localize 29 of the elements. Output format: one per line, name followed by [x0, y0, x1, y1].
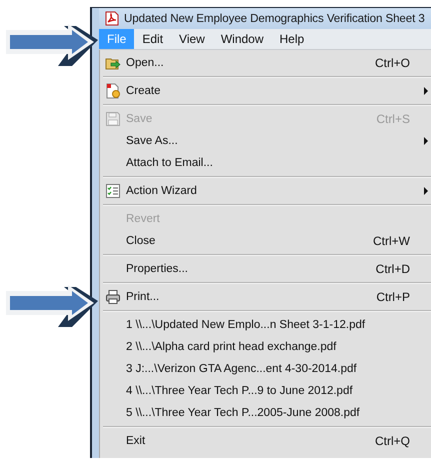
shortcut-label: Ctrl+W — [373, 234, 410, 248]
checklist-icon — [105, 183, 121, 199]
menu-bar-item[interactable]: Window — [212, 29, 272, 49]
pdf-icon — [105, 11, 119, 26]
menu-item[interactable]: Attach to Email... — [126, 157, 422, 169]
menu-bar-item[interactable]: View — [171, 29, 213, 49]
menu-bar-item[interactable]: Help — [272, 29, 312, 49]
shortcut-label: Ctrl+D — [376, 262, 410, 276]
menu-item[interactable]: Close — [126, 235, 373, 247]
shortcut-label: Ctrl+S — [376, 112, 410, 126]
menu-item[interactable]: Create — [126, 85, 422, 97]
menu-bar-item[interactable]: Edit — [134, 29, 172, 49]
shortcut-label: Ctrl+P — [376, 290, 410, 304]
menu-item[interactable]: 4 \\...\Three Year Tech P...9 to June 2012.pdf — [126, 385, 422, 397]
window-title: Updated New Employee Demographics Verification Sheet 3 — [124, 12, 425, 25]
document-star-icon — [105, 83, 121, 99]
menu-item[interactable]: Action Wizard — [126, 185, 422, 197]
menu-item[interactable]: Save As... — [126, 135, 422, 147]
menu-item[interactable]: Properties... — [126, 263, 376, 275]
menu-item[interactable]: 1 \\...\Updated New Emplo...n Sheet 3-1-12.pdf — [126, 319, 422, 331]
menu-item[interactable]: Print... — [126, 291, 376, 303]
menu-item[interactable]: 3 J:...\Verizon GTA Agenc...ent 4-30-2014.pdf — [126, 363, 422, 375]
shortcut-label: Ctrl+Q — [374, 434, 410, 448]
menu-item[interactable]: 5 \\...\Three Year Tech P...2005-June 2008.pdf — [126, 407, 422, 419]
printer-icon — [105, 289, 121, 305]
menu-item[interactable]: 2 \\...\Alpha card print head exchange.pdf — [126, 341, 422, 353]
shortcut-label: Ctrl+O — [374, 56, 410, 70]
menu-item[interactable]: Exit — [126, 435, 375, 447]
menu-item[interactable]: Open... — [126, 57, 375, 69]
